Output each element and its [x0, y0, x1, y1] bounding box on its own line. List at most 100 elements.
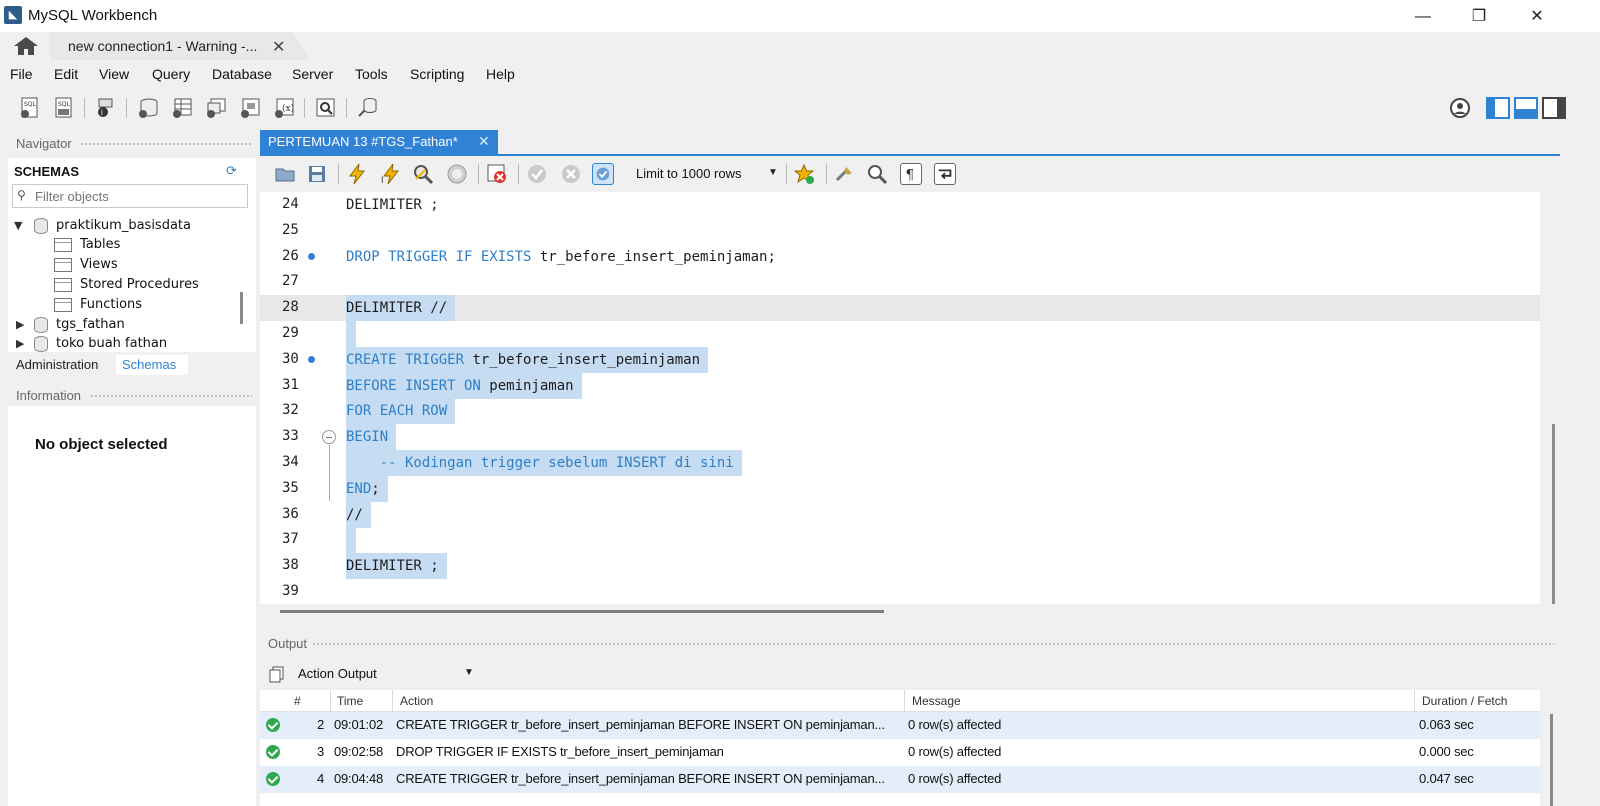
panel-grip[interactable]: [80, 142, 252, 147]
toggle-secondary-sidebar-icon[interactable]: [1542, 96, 1566, 120]
code-editor[interactable]: 24 DELIMITER ; 25 26 DROP TRIGGER IF EXISTS …: [260, 192, 1540, 604]
code-line[interactable]: 36 //: [260, 501, 1540, 528]
toggle-invisible-chars-icon[interactable]: ¶: [900, 163, 922, 185]
code-line[interactable]: 31 BEFORE INSERT ON peminjaman: [260, 372, 1540, 399]
code-line[interactable]: 26 DROP TRIGGER IF EXISTS tr_before_inser…: [260, 244, 1540, 270]
restore-button[interactable]: ❐: [1456, 4, 1502, 30]
tree-item-views[interactable]: Views: [54, 255, 240, 275]
toggle-continue-on-error-icon[interactable]: [486, 163, 508, 185]
auto-commit-toggle-icon[interactable]: [592, 163, 614, 185]
collapsed-arrow-icon[interactable]: ▶: [16, 318, 24, 331]
tree-item-tgs-fathan[interactable]: ▶ tgs_fathan: [14, 315, 240, 335]
collapse-block-icon[interactable]: [322, 430, 336, 445]
explain-icon[interactable]: [412, 163, 434, 185]
output-scrollbar[interactable]: [1550, 714, 1553, 806]
code-line[interactable]: 24 DELIMITER ;: [260, 192, 1540, 218]
filter-objects-field[interactable]: ⚲: [12, 184, 248, 208]
add-snippet-icon[interactable]: [794, 163, 816, 185]
column-header-number[interactable]: #: [294, 694, 301, 708]
execute-current-statement-icon[interactable]: I: [380, 163, 402, 185]
menu-edit[interactable]: Edit: [54, 66, 78, 82]
menu-view[interactable]: View: [99, 66, 129, 82]
editor-vertical-scrollbar[interactable]: [1552, 424, 1555, 604]
tree-item-toko-buah-fathan[interactable]: ▶ toko buah fathan: [14, 334, 240, 354]
menu-server[interactable]: Server: [292, 66, 333, 82]
open-sql-script-icon[interactable]: SQL: [52, 96, 76, 120]
filter-objects-input[interactable]: [35, 186, 241, 206]
inspector-icon[interactable]: i: [94, 96, 118, 120]
code-line[interactable]: 33 BEGIN: [260, 424, 1540, 451]
create-table-icon[interactable]: [170, 96, 194, 120]
column-header-message[interactable]: Message: [912, 694, 961, 708]
code-line[interactable]: 38 DELIMITER ;: [260, 553, 1540, 580]
search-table-data-icon[interactable]: [314, 96, 338, 120]
schemas-scrollbar[interactable]: [240, 292, 243, 324]
column-header-duration[interactable]: Duration / Fetch: [1422, 694, 1507, 708]
output-row[interactable]: 2 09:01:02 CREATE TRIGGER tr_before_inse…: [260, 712, 1540, 739]
stop-icon[interactable]: [446, 163, 468, 185]
menu-file[interactable]: File: [10, 66, 33, 82]
panel-grip[interactable]: [90, 394, 252, 399]
column-separator[interactable]: [904, 690, 905, 712]
column-separator[interactable]: [1414, 690, 1415, 712]
create-schema-icon[interactable]: [136, 96, 160, 120]
code-line[interactable]: 27: [260, 269, 1540, 295]
code-line[interactable]: 28 DELIMITER //: [260, 295, 1540, 322]
code-line[interactable]: 35 END;: [260, 475, 1540, 502]
create-function-icon[interactable]: (x): [272, 96, 296, 120]
menu-scripting[interactable]: Scripting: [410, 66, 464, 82]
home-tab[interactable]: [8, 34, 44, 58]
execute-icon[interactable]: [346, 163, 368, 185]
tab-schemas[interactable]: Schemas: [116, 355, 188, 375]
code-line[interactable]: 39: [260, 579, 1540, 605]
output-row[interactable]: 4 09:04:48 CREATE TRIGGER tr_before_inse…: [260, 766, 1540, 793]
connection-tab[interactable]: new connection1 - Warning -... ✕: [50, 32, 310, 60]
column-header-action[interactable]: Action: [400, 694, 433, 708]
output-row[interactable]: 3 09:02:58 DROP TRIGGER IF EXISTS tr_bef…: [260, 739, 1540, 766]
refresh-icon[interactable]: ⟳: [226, 163, 237, 179]
rollback-icon[interactable]: [560, 163, 582, 185]
limit-rows-select[interactable]: Limit to 1000 rows ▼: [632, 162, 780, 186]
toggle-sidebar-icon[interactable]: [1486, 96, 1510, 120]
beautify-icon[interactable]: [834, 163, 856, 185]
menu-database[interactable]: Database: [212, 66, 272, 82]
column-separator[interactable]: [330, 690, 331, 712]
menu-query[interactable]: Query: [152, 66, 190, 82]
close-window-button[interactable]: ✕: [1514, 4, 1560, 30]
tree-item-functions[interactable]: Functions: [54, 295, 240, 315]
tree-item-praktikum-basisdata[interactable]: ▼ praktikum_basisdata: [14, 216, 240, 236]
collapsed-arrow-icon[interactable]: ▶: [16, 337, 24, 350]
menu-help[interactable]: Help: [486, 66, 515, 82]
new-sql-tab-icon[interactable]: SQL: [18, 96, 42, 120]
tab-administration[interactable]: Administration: [10, 355, 104, 375]
open-folder-icon[interactable]: [274, 163, 296, 185]
output-type-select[interactable]: Action Output ▼: [268, 662, 478, 686]
code-line[interactable]: 32 FOR EACH ROW: [260, 398, 1540, 425]
expanded-arrow-icon[interactable]: ▼: [14, 219, 22, 232]
editor-horizontal-scrollbar[interactable]: [280, 610, 884, 613]
create-procedure-icon[interactable]: [238, 96, 262, 120]
copy-icon[interactable]: [268, 665, 286, 683]
account-icon[interactable]: [1448, 96, 1472, 120]
close-tab-icon[interactable]: ✕: [272, 37, 285, 57]
tree-item-tables[interactable]: Tables: [54, 235, 240, 255]
code-line[interactable]: 34 -- Kodingan trigger sebelum INSERT di…: [260, 450, 1540, 476]
toggle-word-wrap-icon[interactable]: [934, 163, 956, 185]
code-line[interactable]: 30 CREATE TRIGGER tr_before_insert_peminj…: [260, 346, 1540, 373]
menu-tools[interactable]: Tools: [355, 66, 388, 82]
code-line[interactable]: 29: [260, 321, 1540, 347]
reconnect-icon[interactable]: [356, 96, 380, 120]
find-icon[interactable]: [866, 163, 888, 185]
panel-grip[interactable]: [312, 642, 1554, 647]
code-line[interactable]: 25: [260, 218, 1540, 244]
commit-icon[interactable]: [526, 163, 548, 185]
save-icon[interactable]: [306, 163, 328, 185]
create-view-icon[interactable]: [204, 96, 228, 120]
column-separator[interactable]: [392, 690, 393, 712]
close-tab-icon[interactable]: ✕: [478, 133, 490, 150]
column-header-time[interactable]: Time: [337, 694, 363, 708]
code-line[interactable]: 37: [260, 527, 1540, 554]
toggle-output-panel-icon[interactable]: [1514, 96, 1538, 120]
tree-item-stored-procedures[interactable]: Stored Procedures: [54, 275, 240, 295]
sql-file-tab[interactable]: PERTEMUAN 13 #TGS_Fathan* ✕: [260, 130, 498, 154]
